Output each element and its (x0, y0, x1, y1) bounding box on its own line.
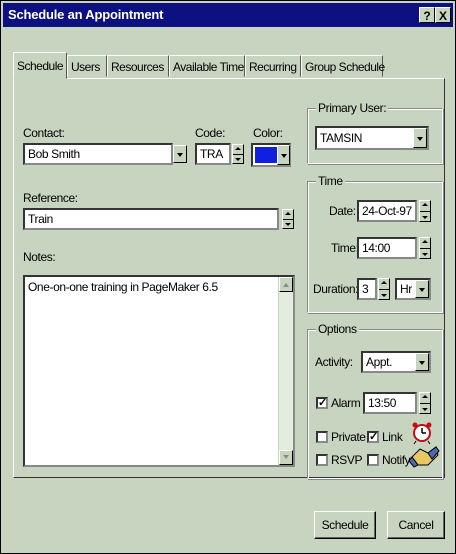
private-label: Private (331, 430, 366, 444)
color-label: Color: (253, 126, 283, 140)
time-label: Time: (331, 241, 359, 255)
rsvp-label: RSVP (331, 453, 363, 467)
activity-dropdown-button[interactable] (415, 353, 429, 371)
date-value: 24-Oct-97 (362, 204, 412, 218)
window-title: Schedule an Appointment (8, 7, 164, 22)
code-value: TRA (200, 147, 223, 161)
tab-group-schedule[interactable]: Group Schedule (301, 55, 385, 77)
link-check-mark: ✓ (369, 431, 379, 443)
reference-label: Reference: (23, 191, 78, 205)
title-bar[interactable]: Schedule an Appointment ? X (3, 3, 453, 27)
contact-dropdown-button[interactable] (173, 145, 187, 163)
tab-users[interactable]: Users (67, 55, 107, 77)
date-spinner[interactable] (419, 200, 431, 222)
code-label: Code: (195, 126, 226, 140)
reference-spinner[interactable] (282, 209, 294, 229)
contact-label: Contact: (23, 126, 65, 140)
options-group-label: Options (316, 322, 359, 336)
time-input[interactable]: 14:00 (357, 237, 417, 259)
reference-input[interactable]: Train (23, 208, 279, 230)
primary-user-dropdown-button[interactable] (413, 128, 427, 148)
time-group-label: Time (316, 174, 345, 188)
tab-available-time[interactable]: Available Time (169, 55, 245, 77)
alarm-time-value: 13:50 (368, 396, 397, 410)
schedule-appointment-dialog: Schedule an Appointment ? X Schedule Use… (0, 0, 456, 554)
primary-user-value: TAMSIN (320, 131, 363, 145)
duration-input[interactable]: 3 (357, 278, 377, 300)
close-button[interactable]: X (435, 7, 451, 23)
contact-value: Bob Smith (28, 147, 80, 161)
time-value: 14:00 (362, 241, 391, 255)
notes-value: One-on-one training in PageMaker 6.5 (28, 280, 218, 294)
link-checkbox[interactable]: ✓ (367, 431, 379, 443)
notify-checkbox[interactable] (367, 454, 379, 466)
tab-schedule[interactable]: Schedule (13, 52, 67, 79)
notify-label: Notify (382, 453, 411, 467)
link-label: Link (382, 430, 403, 444)
activity-value: Appt. (366, 355, 393, 369)
schedule-button[interactable]: Schedule (314, 511, 376, 539)
alarm-checkbox[interactable]: ✓ (316, 397, 328, 409)
date-input[interactable]: 24-Oct-97 (357, 200, 417, 222)
code-spinner[interactable] (232, 144, 244, 164)
tab-resources[interactable]: Resources (107, 55, 169, 77)
duration-spinner[interactable] (378, 278, 390, 300)
duration-unit-value: Hr (400, 282, 412, 296)
alarm-spinner[interactable] (419, 392, 431, 414)
primary-user-label: Primary User: (316, 101, 389, 115)
duration-label: Duration: (313, 282, 359, 296)
time-spinner[interactable] (419, 237, 431, 259)
private-checkbox[interactable] (316, 431, 328, 443)
reference-value: Train (28, 212, 53, 226)
alarm-clock-handshake-icon (408, 422, 440, 468)
cancel-button[interactable]: Cancel (387, 511, 445, 539)
notes-textarea[interactable]: One-on-one training in PageMaker 6.5 (23, 275, 295, 467)
tab-recurring[interactable]: Recurring (245, 55, 301, 77)
alarm-check-mark: ✓ (318, 397, 328, 409)
notes-label: Notes: (23, 250, 56, 264)
duration-value: 3 (362, 282, 369, 296)
alarm-time-input[interactable]: 13:50 (363, 392, 417, 414)
alarm-label: Alarm (331, 396, 361, 410)
date-label: Date: (329, 204, 356, 218)
color-dropdown-button[interactable] (277, 145, 290, 165)
rsvp-checkbox[interactable] (316, 454, 328, 466)
scroll-down-button[interactable] (279, 450, 293, 465)
contact-combobox[interactable]: Bob Smith (23, 143, 173, 165)
color-swatch (255, 147, 277, 163)
scroll-up-button[interactable] (279, 277, 293, 292)
duration-unit-dropdown-button[interactable] (415, 280, 429, 298)
code-input[interactable]: TRA (195, 143, 231, 165)
notes-scrollbar[interactable] (278, 277, 293, 465)
help-button[interactable]: ? (419, 7, 435, 23)
activity-label: Activity: (315, 355, 353, 369)
primary-user-combobox[interactable]: TAMSIN (315, 126, 429, 150)
